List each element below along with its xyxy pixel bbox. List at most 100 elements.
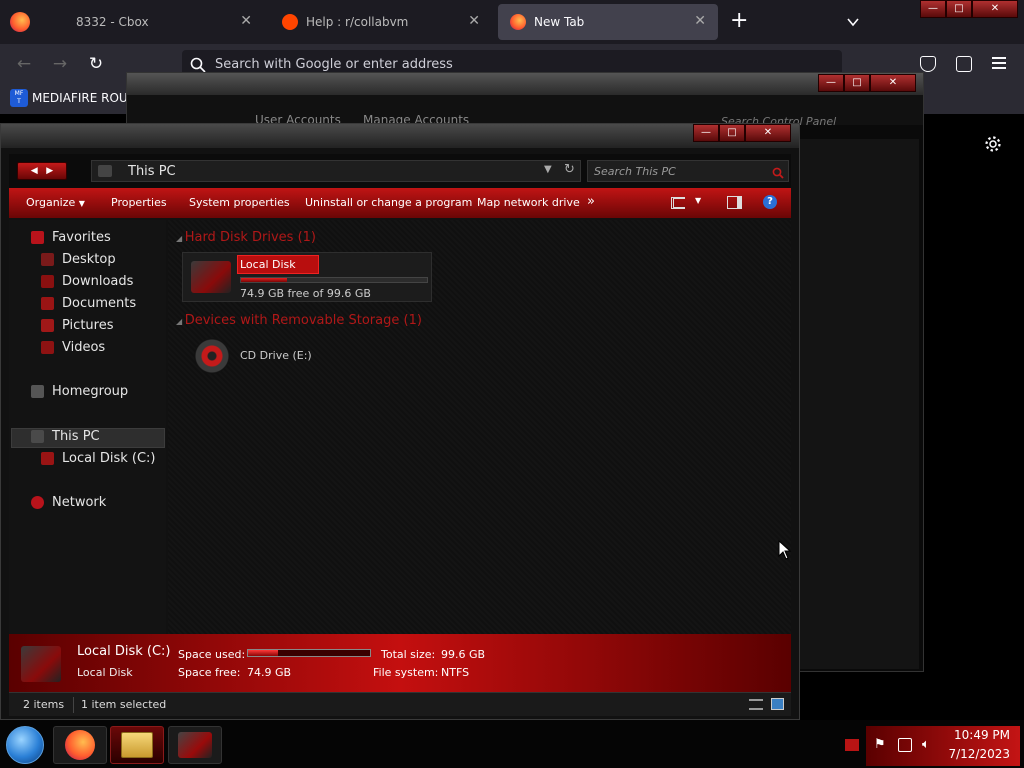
more-commands-button[interactable]: » — [587, 194, 595, 209]
reddit-icon — [282, 14, 298, 30]
drive-item-cd[interactable]: CD Drive (E:) — [190, 336, 350, 376]
organize-button[interactable]: Organize ▼ — [26, 196, 85, 209]
nav-homegroup[interactable]: Homegroup — [31, 384, 128, 399]
nav-videos[interactable]: Videos — [41, 340, 105, 355]
uninstall-program-button[interactable]: Uninstall or change a program — [305, 196, 472, 209]
pocket-icon[interactable] — [920, 56, 936, 72]
tab-new-tab[interactable]: New Tab ✕ — [498, 4, 718, 40]
chevron-down-icon[interactable] — [846, 14, 860, 28]
group-label: Devices with Removable Storage (1) — [184, 313, 422, 328]
tab-cbox[interactable]: 8332 - Cbox ✕ — [64, 4, 264, 40]
address-dropdown-icon[interactable]: ▼ — [544, 164, 552, 175]
rename-field[interactable] — [237, 255, 319, 274]
close-tab-icon[interactable]: ✕ — [468, 13, 480, 29]
nav-favorites[interactable]: Favorites — [31, 230, 111, 245]
drive-free-text: 74.9 GB free of 99.6 GB — [240, 287, 371, 300]
star-icon — [31, 231, 44, 244]
reload-button[interactable]: ↻ — [84, 52, 108, 76]
explorer-close-button[interactable]: ✕ — [745, 124, 791, 142]
drive-icon — [41, 452, 54, 465]
taskbar-firefox[interactable] — [53, 726, 107, 764]
computer-icon — [31, 430, 44, 443]
preview-pane-icon[interactable] — [727, 196, 742, 209]
details-view-icon[interactable] — [749, 699, 763, 710]
cd-drive-icon — [194, 338, 230, 374]
large-icons-view-icon[interactable] — [771, 698, 784, 710]
nav-label: Network — [52, 495, 107, 510]
refresh-icon[interactable]: ↻ — [564, 162, 575, 177]
control-panel-addressbar: User Accounts Manage Accounts Search Con… — [127, 95, 923, 128]
close-tab-icon[interactable]: ✕ — [694, 13, 706, 29]
address-bar[interactable]: This PC ▼ ↻ — [91, 160, 581, 182]
address-text: This PC — [128, 164, 176, 179]
nav-label: Documents — [62, 296, 137, 311]
taskbar-control-panel[interactable] — [168, 726, 222, 764]
drive-usage-fill — [241, 278, 288, 282]
taskbar-explorer[interactable] — [110, 726, 164, 764]
clock-time[interactable]: 10:49 PM — [950, 728, 1010, 742]
view-dropdown-icon[interactable]: ▼ — [695, 196, 701, 205]
tab-title: 8332 - Cbox — [76, 15, 149, 29]
flag-icon[interactable]: ⚑ — [874, 738, 888, 752]
nav-downloads[interactable]: Downloads — [41, 274, 133, 289]
tab-collabvm[interactable]: Help : r/collabvm ✕ — [270, 4, 492, 40]
control-panel-titlebar[interactable] — [127, 73, 923, 95]
menu-icon[interactable] — [992, 57, 1006, 69]
mediafire-icon: MF T — [10, 89, 28, 107]
nav-local-disk[interactable]: Local Disk (C:) — [41, 451, 155, 466]
back-forward-buttons[interactable]: ◀ ▶ — [17, 162, 67, 180]
view-options-icon[interactable] — [671, 197, 685, 209]
gear-icon[interactable] — [984, 135, 1002, 153]
nav-network[interactable]: Network — [31, 495, 106, 510]
explorer-maximize-button[interactable]: □ — [719, 124, 745, 142]
host-close-button[interactable]: ✕ — [972, 0, 1018, 18]
nav-label: Homegroup — [52, 384, 129, 399]
drive-label: CD Drive (E:) — [240, 349, 312, 362]
group-header-removable[interactable]: ◢ Devices with Removable Storage (1) — [176, 313, 422, 328]
total-size-value: 99.6 GB — [441, 648, 486, 661]
start-button[interactable] — [6, 726, 44, 764]
close-tab-icon[interactable]: ✕ — [240, 13, 252, 29]
forward-button[interactable]: → — [48, 52, 72, 76]
explorer-minimize-button[interactable]: — — [693, 124, 719, 142]
network-tray-icon[interactable] — [898, 738, 912, 752]
explorer-search-box[interactable]: Search This PC — [587, 160, 789, 182]
cp-maximize-button[interactable]: □ — [844, 74, 870, 92]
extensions-icon[interactable] — [956, 56, 972, 72]
explorer-address-row: ◀ ▶ This PC ▼ ↻ Search This PC — [9, 154, 791, 188]
map-network-drive-button[interactable]: Map network drive — [477, 196, 580, 209]
firefox-menu-icon[interactable] — [10, 12, 30, 32]
nav-this-pc[interactable]: This PC — [31, 429, 100, 444]
cp-close-button[interactable]: ✕ — [870, 74, 916, 92]
nav-label: This PC — [52, 429, 100, 444]
new-tab-button[interactable]: + — [730, 10, 750, 34]
group-header-hdd[interactable]: ◢ Hard Disk Drives (1) — [176, 230, 316, 245]
nav-desktop[interactable]: Desktop — [41, 252, 116, 267]
clock-date[interactable]: 7/12/2023 — [944, 747, 1010, 761]
nav-documents[interactable]: Documents — [41, 296, 136, 311]
nav-label: Pictures — [62, 318, 114, 333]
file-system-label: File system: — [373, 666, 439, 679]
host-minimize-button[interactable]: — — [920, 0, 946, 18]
downloads-icon — [41, 275, 54, 288]
cp-minimize-button[interactable]: — — [818, 74, 844, 92]
back-button[interactable]: ← — [12, 52, 36, 76]
host-maximize-button[interactable]: □ — [946, 0, 972, 18]
details-name: Local Disk (C:) — [77, 644, 171, 659]
explorer-titlebar[interactable] — [1, 124, 799, 148]
help-icon[interactable]: ? — [763, 195, 777, 209]
navigation-pane: Favorites Desktop Downloads Documents Pi… — [9, 220, 166, 634]
group-label: Hard Disk Drives (1) — [184, 230, 316, 245]
drive-item-local-disk[interactable]: 74.9 GB free of 99.6 GB — [182, 252, 432, 302]
tray-notification-icon[interactable] — [845, 739, 859, 751]
nav-pictures[interactable]: Pictures — [41, 318, 113, 333]
bookmark-mediafire[interactable]: MEDIAFIRE ROULI — [32, 91, 138, 105]
volume-icon[interactable]: 🔈︎ — [922, 737, 938, 753]
selection-count: 1 item selected — [81, 698, 167, 711]
properties-button[interactable]: Properties — [111, 196, 167, 209]
system-properties-button[interactable]: System properties — [189, 196, 290, 209]
hard-drive-icon — [191, 261, 231, 293]
nav-label: Favorites — [52, 230, 111, 245]
nav-label: Videos — [62, 340, 106, 355]
space-used-bar — [247, 649, 371, 657]
